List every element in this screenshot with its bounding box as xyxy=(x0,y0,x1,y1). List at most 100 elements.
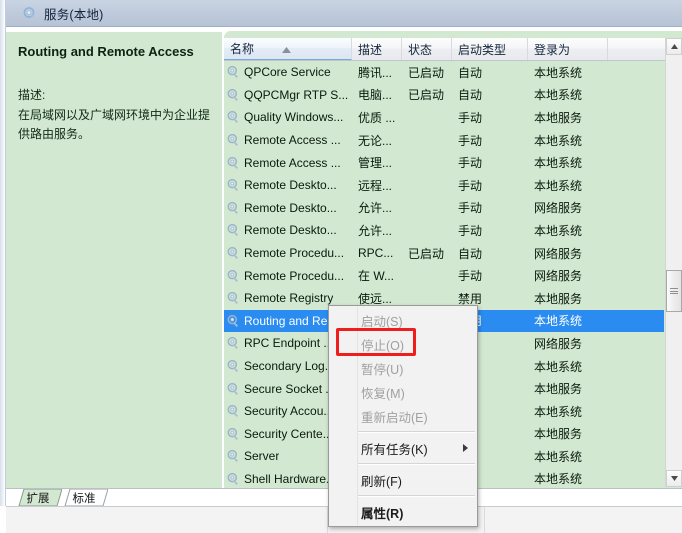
table-row[interactable]: Quality Windows...优质 ...手动本地服务 xyxy=(224,106,664,129)
cell-name: Remote Access ... xyxy=(224,156,352,170)
cell-description: RPC... xyxy=(352,246,402,260)
cell-logon-as: 本地系统 xyxy=(528,64,608,81)
table-row[interactable]: Remote Deskto...允许...手动网络服务 xyxy=(224,197,664,220)
service-name-label: Remote Deskto... xyxy=(244,223,337,237)
cell-startup-type: 手动 xyxy=(452,267,528,284)
description-label: 描述: xyxy=(18,86,210,105)
selected-service-title: Routing and Remote Access xyxy=(18,44,210,60)
cell-name: Remote Procedu... xyxy=(224,246,352,260)
cell-startup-type: 手动 xyxy=(452,109,528,126)
table-row[interactable]: QPCore Service腾讯...已启动自动本地系统 xyxy=(224,61,664,84)
scroll-up-arrow-icon[interactable] xyxy=(666,38,682,55)
submenu-chevron-right-icon xyxy=(463,444,468,452)
service-gear-icon xyxy=(226,133,240,147)
cell-startup-type: 手动 xyxy=(452,132,528,149)
service-name-label: Remote Procedu... xyxy=(244,246,344,260)
column-header-label-startup: 启动类型 xyxy=(458,41,506,58)
cell-startup-type: 手动 xyxy=(452,177,528,194)
context-menu-item[interactable]: 所有任务(K) xyxy=(329,436,477,460)
table-row[interactable]: Remote Procedu... RPC...已启动自动网络服务 xyxy=(224,242,664,265)
column-header-status[interactable]: 状态 xyxy=(402,38,452,60)
cell-description: 在 W... xyxy=(352,267,402,284)
cell-startup-type: 手动 xyxy=(452,199,528,216)
service-gear-icon xyxy=(226,156,240,170)
table-row[interactable]: Remote Deskto...远程... 手动本地系统 xyxy=(224,174,664,197)
cell-logon-as: 本地系统 xyxy=(528,448,608,465)
column-header-label-status: 状态 xyxy=(408,41,432,58)
context-menu-item[interactable]: 刷新(F) xyxy=(329,468,477,492)
cell-description: 远程... xyxy=(352,177,402,194)
list-vertical-scrollbar[interactable] xyxy=(665,38,682,487)
cell-status: 已启动 xyxy=(402,245,452,262)
tab-standard-label: 标准 xyxy=(71,490,98,506)
context-menu-item: 重新启动(E) xyxy=(329,404,477,428)
cell-name: Remote Deskto... xyxy=(224,178,352,192)
cell-logon-as: 本地系统 xyxy=(528,358,608,375)
cell-logon-as: 本地服务 xyxy=(528,425,608,442)
service-gear-icon xyxy=(226,472,240,486)
context-menu-item: 恢复(M) xyxy=(329,380,477,404)
context-menu-item-label: 所有任务(K) xyxy=(361,439,428,458)
cell-startup-type: 自动 xyxy=(452,86,528,103)
service-gear-icon xyxy=(226,291,240,305)
cell-logon-as: 网络服务 xyxy=(528,245,608,262)
cell-description: 允许... xyxy=(352,199,402,216)
service-gear-icon xyxy=(226,178,240,192)
context-menu-item: 暂停(U) xyxy=(329,356,477,380)
cell-logon-as: 本地系统 xyxy=(528,177,608,194)
service-gear-icon xyxy=(226,110,240,124)
service-context-menu[interactable]: 启动(S)停止(O)暂停(U) 恢复(M) 重新启动(E) 所有任务(K) 刷新(F) 属… xyxy=(328,305,478,527)
scroll-down-arrow-icon[interactable] xyxy=(666,470,682,487)
cell-startup-type: 自动 xyxy=(452,64,528,81)
tab-extended-label: 扩展 xyxy=(25,490,52,506)
table-row[interactable]: Remote Deskto...允许...手动本地系统 xyxy=(224,219,664,242)
service-name-label: Quality Windows... xyxy=(244,110,343,124)
cell-status: 已启动 xyxy=(402,86,452,103)
cell-logon-as: 本地系统 xyxy=(528,470,608,487)
service-gear-icon xyxy=(226,404,240,418)
console-title: 服务(本地) xyxy=(44,4,104,23)
service-gear-icon xyxy=(226,449,240,463)
context-menu-item[interactable]: 属性(R) xyxy=(329,500,477,524)
cell-name: QQPCMgr RTP S... xyxy=(224,88,352,102)
context-menu-item: 停止(O) xyxy=(329,332,477,356)
cell-description: 电脑... xyxy=(352,86,402,103)
service-name-label: Secure Socket ... xyxy=(244,382,335,396)
table-row[interactable]: Remote Procedu...在 W...手动网络服务 xyxy=(224,264,664,287)
column-header-description[interactable]: 描述 xyxy=(352,38,402,60)
cell-description: 允许... xyxy=(352,222,402,239)
cell-startup-type: 自动 xyxy=(452,245,528,262)
tab-standard[interactable]: 标准 xyxy=(60,489,108,506)
scroll-thumb-grip-icon[interactable] xyxy=(666,270,682,312)
service-name-label: QQPCMgr RTP S... xyxy=(244,88,348,102)
column-header-name[interactable]: 名称 xyxy=(224,38,352,60)
cell-logon-as: 本地系统 xyxy=(528,132,608,149)
service-name-label: Remote Procedu... xyxy=(244,269,344,283)
context-menu-item: 启动(S) xyxy=(329,308,477,332)
service-gear-icon xyxy=(226,88,240,102)
table-row[interactable]: Remote Access ...无论...手动本地系统 xyxy=(224,129,664,152)
table-row[interactable]: QQPCMgr RTP S...电脑...已启动自动本地系统 xyxy=(224,84,664,107)
column-header-startup[interactable]: 启动类型 xyxy=(452,38,528,60)
context-menu-item-label: 属性(R) xyxy=(361,503,403,522)
service-gear-icon xyxy=(226,382,240,396)
cell-name: Remote Deskto... xyxy=(224,201,352,215)
service-gear-icon xyxy=(226,359,240,373)
services-mmc-window: 服务(本地) Routing and Remote Access 描述: 在局域… xyxy=(0,0,682,506)
column-header-logon[interactable]: 登录为 xyxy=(528,38,608,60)
description-text: 在局域网以及广域网环境中为企业提供路由服务。 xyxy=(18,106,211,144)
table-row[interactable]: Remote Access ...管理...手动本地系统 xyxy=(224,151,664,174)
service-gear-icon xyxy=(226,314,240,328)
tab-extended[interactable]: 扩展 xyxy=(14,489,62,506)
service-gear-icon xyxy=(226,201,240,215)
list-column-headers: 名称描述 状态 启动类型 登录为 xyxy=(224,38,682,61)
cell-name: Remote Procedu... xyxy=(224,269,352,283)
cell-name: Remote Registry xyxy=(224,291,352,305)
cell-description: 管理... xyxy=(352,154,402,171)
cell-startup-type: 手动 xyxy=(452,222,528,239)
service-name-label: Security Cente... xyxy=(244,427,333,441)
cell-description: 无论... xyxy=(352,132,402,149)
console-header-bar: 服务(本地) xyxy=(6,0,682,27)
context-menu-item-label: 恢复(M) xyxy=(361,383,405,402)
column-header-label-description: 描述 xyxy=(358,41,382,58)
